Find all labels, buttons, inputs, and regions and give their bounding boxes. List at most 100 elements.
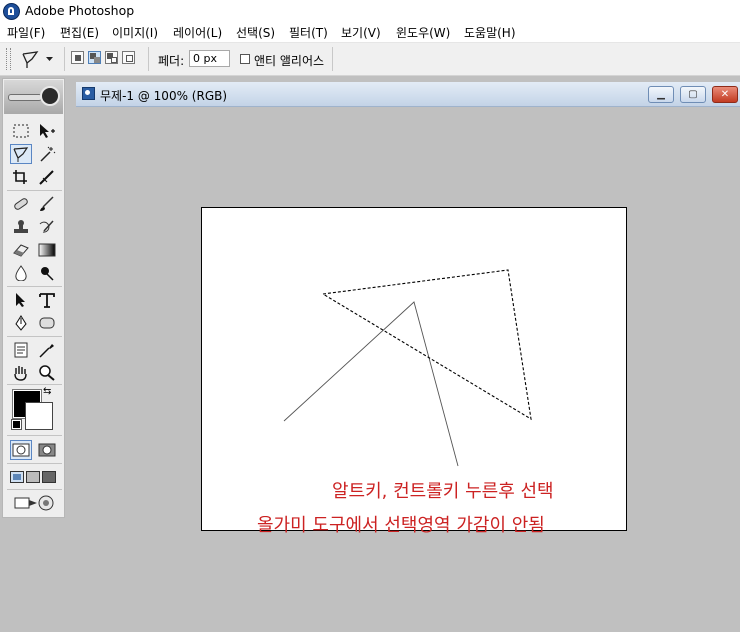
default-colors-icon[interactable]: [11, 419, 22, 430]
gradient-tool[interactable]: [36, 240, 58, 260]
antialias-checkbox[interactable]: [240, 54, 250, 64]
options-bar-grip[interactable]: [6, 48, 11, 70]
eraser-tool[interactable]: [10, 240, 32, 260]
close-button[interactable]: ✕: [712, 86, 738, 103]
options-separator: [64, 47, 65, 71]
rounded-rectangle-icon: [39, 317, 55, 329]
slice-tool[interactable]: [36, 167, 58, 187]
gradient-icon: [38, 243, 56, 257]
magic-wand-icon: [40, 146, 56, 162]
dodge-icon: [41, 267, 54, 281]
arrow-icon: [16, 293, 25, 307]
pen-tool[interactable]: [10, 313, 32, 333]
polygonal-lasso-icon: [22, 51, 39, 68]
eye-logo-icon: [40, 86, 60, 106]
history-brush-tool[interactable]: [36, 217, 58, 237]
crop-tool[interactable]: [10, 167, 32, 187]
screen-mode-icon: [42, 471, 56, 483]
magnifier-icon: [39, 365, 55, 381]
eyedropper-icon: [39, 344, 54, 358]
rectangular-marquee-tool[interactable]: [10, 121, 32, 141]
menu-select[interactable]: 선택(S): [236, 24, 275, 41]
dodge-tool[interactable]: [36, 263, 58, 283]
minimize-button[interactable]: ▁: [648, 86, 674, 103]
app-titlebar: Adobe Photoshop: [0, 0, 740, 22]
type-icon: [39, 293, 55, 308]
shape-tool[interactable]: [36, 313, 58, 333]
chevron-down-icon: [46, 57, 53, 61]
path-selection-tool[interactable]: [10, 290, 32, 310]
subtract-from-selection-button[interactable]: [105, 51, 118, 64]
standard-screen-mode-button[interactable]: [9, 467, 25, 487]
menu-filter[interactable]: 필터(T): [289, 24, 328, 41]
stamp-icon: [14, 220, 28, 233]
annotation-line-2: 올가미 도구에서 선택영역 가감이 안됨: [257, 515, 545, 536]
history-brush-icon: [39, 220, 54, 233]
maximize-button[interactable]: ▢: [680, 86, 706, 103]
jump-to-imageready-button[interactable]: [11, 493, 59, 513]
tool-preset-picker[interactable]: [18, 48, 58, 70]
hand-tool[interactable]: [10, 363, 32, 383]
full-screen-mode-button[interactable]: [41, 467, 57, 487]
intersect-selection-icon: [126, 55, 133, 62]
hand-icon: [14, 366, 27, 381]
app-title: Adobe Photoshop: [25, 3, 135, 18]
bandage-icon: [14, 198, 28, 210]
standard-mode-icon: [12, 443, 30, 457]
document-titlebar[interactable]: 무제-1 @ 100% (RGB) ▁ ▢ ✕: [76, 82, 740, 107]
imageready-icon: [14, 495, 54, 511]
brush-icon: [40, 196, 54, 211]
new-selection-button[interactable]: [71, 51, 84, 64]
magic-wand-tool[interactable]: [36, 144, 58, 164]
add-to-selection-button[interactable]: [88, 51, 101, 64]
new-selection-icon: [75, 55, 81, 61]
swap-colors-icon[interactable]: ⇆: [43, 386, 51, 397]
options-separator: [332, 47, 333, 71]
menu-layer[interactable]: 레이어(L): [173, 24, 222, 41]
antialias-label: 앤티 앨리어스: [254, 54, 325, 68]
clone-stamp-tool[interactable]: [10, 217, 32, 237]
document-title: 무제-1 @ 100% (RGB): [100, 89, 228, 103]
toolbox-header[interactable]: [4, 80, 63, 114]
screen-mode-icon: [26, 471, 40, 483]
eraser-icon: [13, 244, 29, 257]
lasso-path-line: [283, 301, 459, 467]
options-separator: [148, 47, 149, 71]
marquee-icon: [13, 124, 29, 138]
photoshop-app-icon: [3, 3, 20, 20]
polygonal-lasso-tool[interactable]: [10, 144, 32, 164]
menubar: 파일(F) 편집(E) 이미지(I) 레이어(L) 선택(S) 필터(T) 보기…: [0, 22, 740, 43]
annotation-line-1: 알트키, 컨트롤키 누른후 선택: [332, 481, 554, 502]
background-color-swatch[interactable]: [25, 402, 53, 430]
type-tool[interactable]: [36, 290, 58, 310]
zoom-tool[interactable]: [36, 363, 58, 383]
slice-icon: [39, 170, 54, 185]
quick-mask-icon: [38, 443, 56, 457]
move-tool[interactable]: [36, 121, 58, 141]
brush-tool[interactable]: [36, 194, 58, 214]
feather-logo-icon: [8, 94, 42, 101]
feather-input[interactable]: [189, 50, 230, 67]
healing-brush-tool[interactable]: [10, 194, 32, 214]
selection-marquee: [321, 269, 532, 421]
eyedropper-tool[interactable]: [36, 340, 58, 360]
intersect-selection-button[interactable]: [122, 51, 135, 64]
menu-image[interactable]: 이미지(I): [112, 24, 158, 41]
menu-help[interactable]: 도움말(H): [464, 24, 516, 41]
menu-view[interactable]: 보기(V): [341, 24, 381, 41]
options-bar: 페더: 앤티 앨리어스: [0, 43, 740, 76]
standard-mode-button[interactable]: [10, 440, 32, 460]
quick-mask-mode-button[interactable]: [36, 440, 58, 460]
menu-file[interactable]: 파일(F): [7, 24, 45, 41]
water-drop-icon: [15, 265, 27, 281]
menu-window[interactable]: 윈도우(W): [396, 24, 450, 41]
document-icon: [82, 87, 95, 100]
full-screen-menu-mode-button[interactable]: [25, 467, 41, 487]
menu-edit[interactable]: 편집(E): [60, 24, 99, 41]
crop-icon: [13, 170, 27, 184]
lasso-icon: [13, 147, 29, 162]
feather-label: 페더:: [158, 54, 185, 68]
blur-tool[interactable]: [10, 263, 32, 283]
notes-tool[interactable]: [10, 340, 32, 360]
move-icon: [40, 124, 55, 138]
